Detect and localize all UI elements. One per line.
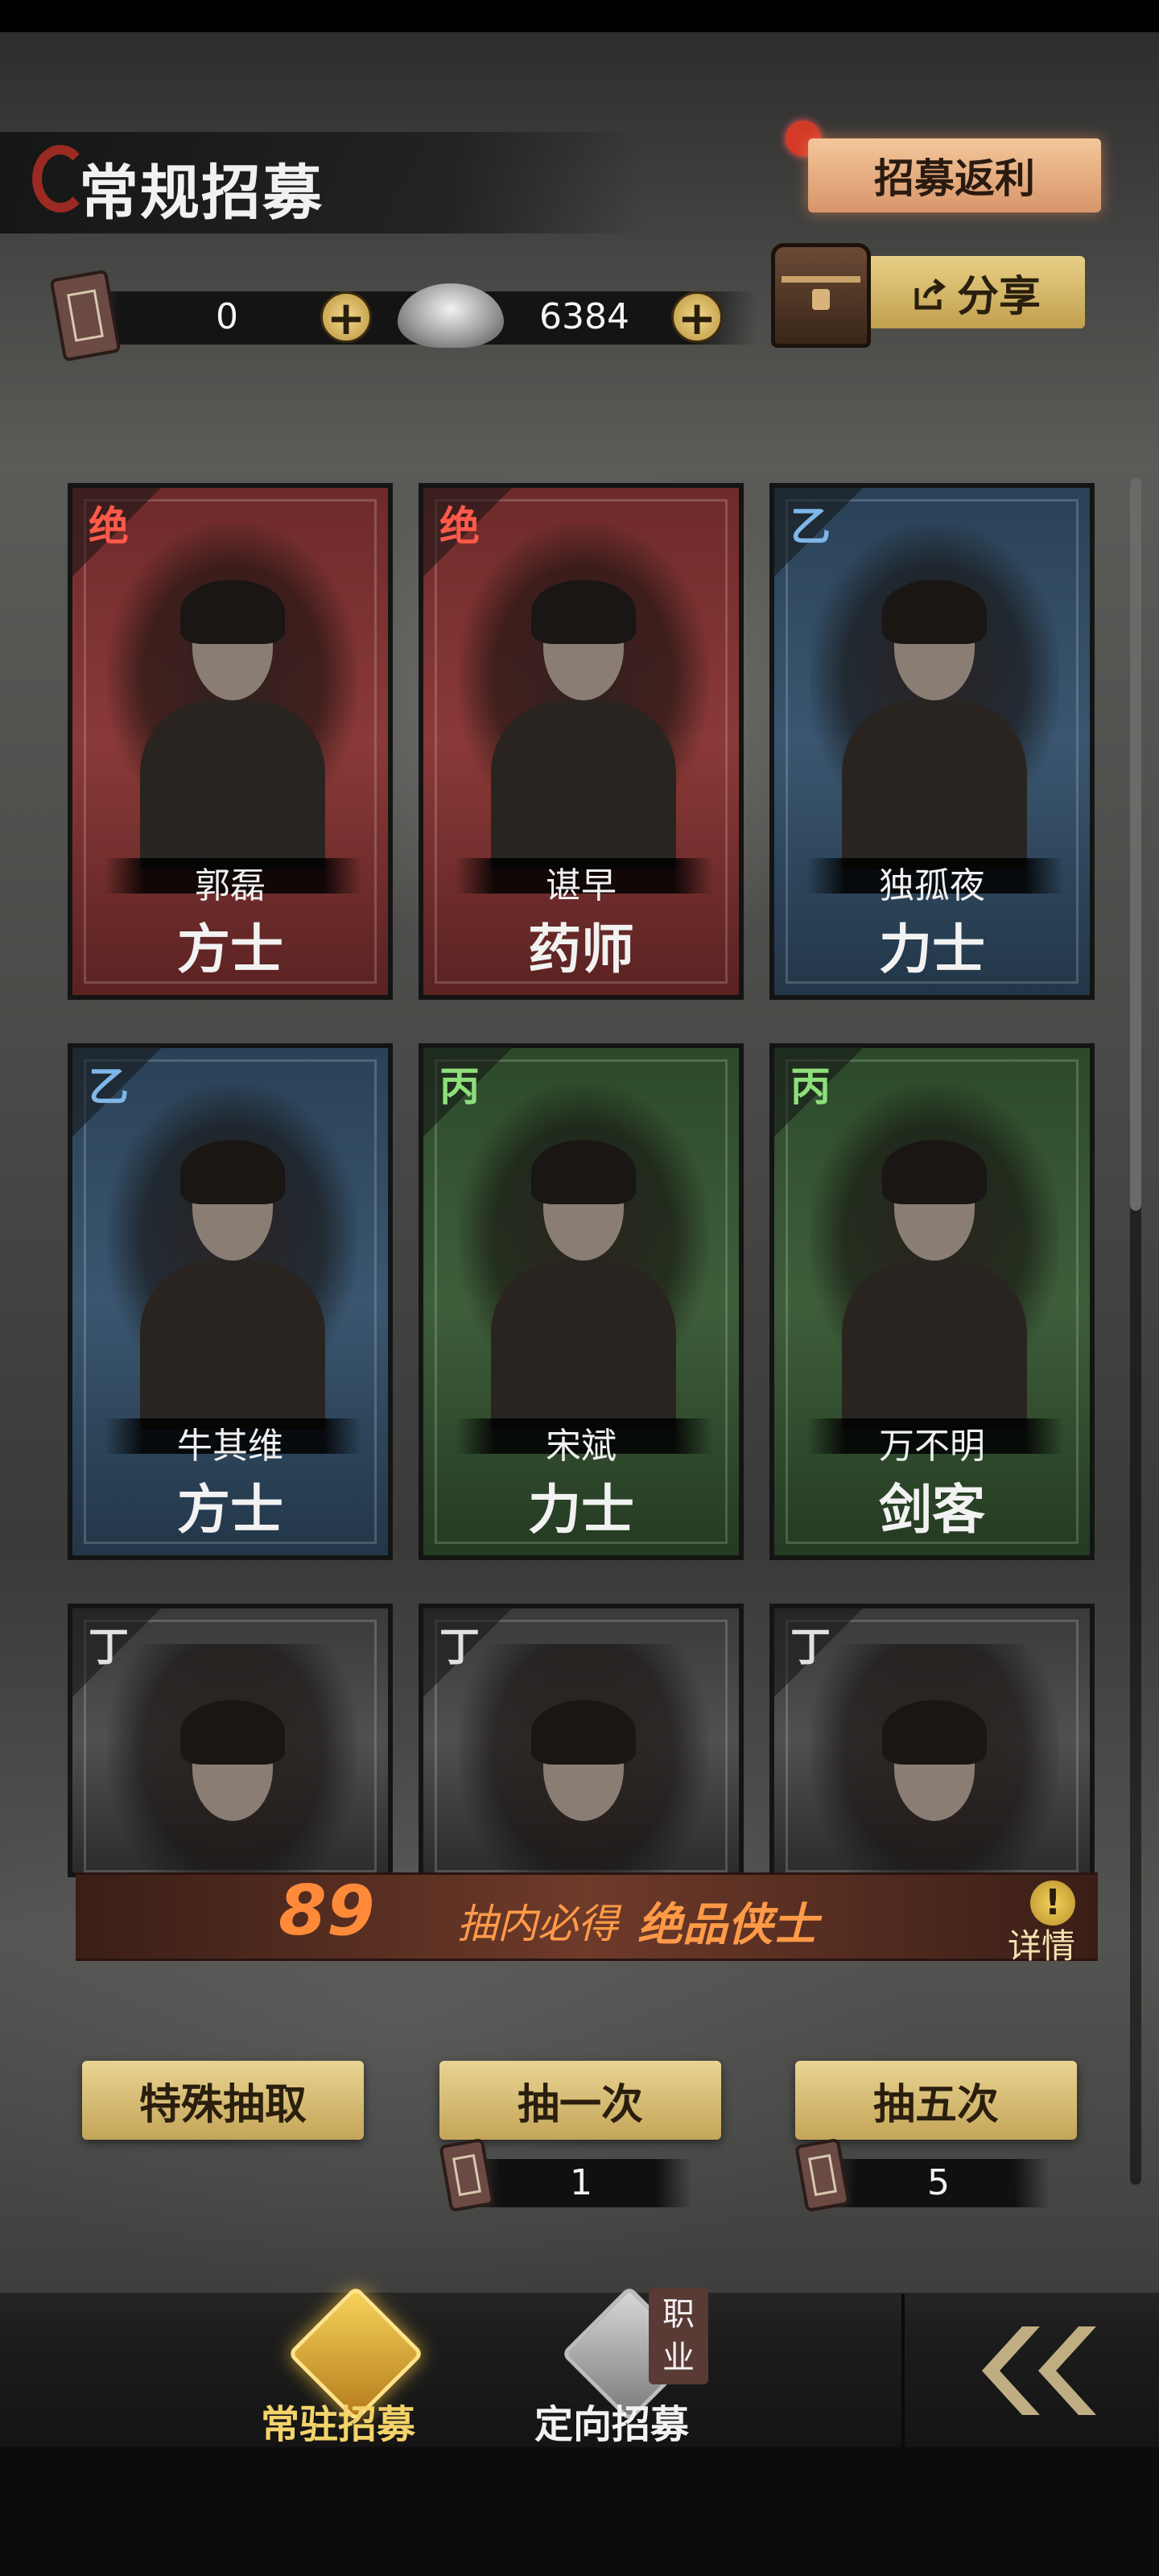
rank-badge: 丙 xyxy=(790,1063,831,1110)
hero-class: 剑客 xyxy=(879,1479,985,1541)
hero-card[interactable]: 丙 万不明 剑客 xyxy=(769,1043,1095,1560)
hero-card[interactable]: 丁 xyxy=(419,1604,744,1885)
hero-name: 牛其维 xyxy=(177,1426,283,1467)
draw-once-cost: 1 xyxy=(570,2162,592,2203)
hero-card[interactable]: 丁 xyxy=(769,1604,1095,1885)
profession-tag: 职业 xyxy=(649,2288,708,2384)
pity-text: 抽内必得 xyxy=(457,1901,618,1947)
rank-badge: 乙 xyxy=(89,1063,129,1110)
hero-name: 郭磊 xyxy=(195,865,266,906)
hero-class: 力士 xyxy=(879,919,985,980)
rank-badge: 丁 xyxy=(439,1624,480,1670)
share-label: 分享 xyxy=(956,272,1041,321)
hero-name: 万不明 xyxy=(879,1426,985,1467)
treasure-chest-icon[interactable] xyxy=(771,243,871,348)
rank-badge: 乙 xyxy=(790,503,831,550)
nav-divider xyxy=(901,2294,905,2447)
share-button[interactable]: 分享 xyxy=(868,256,1085,328)
rebate-button[interactable]: 招募返利 xyxy=(808,138,1101,213)
tab-regular-recruit[interactable]: 常驻招募 xyxy=(241,2285,451,2447)
hero-class: 力士 xyxy=(528,1479,634,1541)
hero-class: 方士 xyxy=(177,919,283,980)
silver-count: 6384 xyxy=(539,296,629,337)
hero-card[interactable]: 丙 宋斌 力士 xyxy=(419,1043,744,1560)
draw-five-cost: 5 xyxy=(927,2162,950,2203)
hero-card[interactable]: 绝 郭磊 方士 xyxy=(68,483,393,1000)
rank-badge: 绝 xyxy=(439,503,480,550)
hero-name: 独孤夜 xyxy=(879,865,985,906)
hero-card[interactable]: 乙 独孤夜 力士 xyxy=(769,483,1095,1000)
draw-five-button[interactable]: 抽五次 xyxy=(795,2061,1077,2140)
pity-reward-text: 绝品侠士 xyxy=(637,1899,818,1951)
rank-badge: 绝 xyxy=(89,503,129,550)
tab-label: 常驻招募 xyxy=(261,2402,416,2447)
draw-once-button[interactable]: 抽一次 xyxy=(439,2061,721,2140)
collapse-button[interactable] xyxy=(966,2318,1111,2423)
hero-class: 方士 xyxy=(177,1479,283,1541)
scrollbar-thumb[interactable] xyxy=(1130,478,1141,1211)
double-chevron-left-icon xyxy=(982,2326,1096,2415)
hero-card[interactable]: 丁 xyxy=(68,1604,393,1885)
special-draw-button[interactable]: 特殊抽取 xyxy=(82,2061,364,2140)
token-count: 0 xyxy=(216,296,238,337)
add-token-button[interactable]: + xyxy=(320,291,372,343)
hero-card[interactable]: 乙 牛其维 方士 xyxy=(68,1043,393,1560)
hero-card[interactable]: 绝 谌早 药师 xyxy=(419,483,744,1000)
rank-badge: 丁 xyxy=(89,1624,129,1670)
status-bar xyxy=(0,0,1159,32)
pity-count: 89 xyxy=(278,1871,375,1951)
hero-name: 宋斌 xyxy=(546,1426,617,1467)
rank-badge: 丙 xyxy=(439,1063,480,1110)
rank-badge: 丁 xyxy=(790,1624,831,1670)
share-icon xyxy=(912,275,947,310)
hero-class: 药师 xyxy=(528,919,634,980)
hero-name: 谌早 xyxy=(546,865,617,906)
page-title: 常规招募 xyxy=(79,159,324,228)
details-link[interactable]: 详情 xyxy=(1008,1919,1075,1968)
add-silver-button[interactable]: + xyxy=(671,291,723,343)
system-nav-bar xyxy=(0,2447,1159,2576)
tab-label: 定向招募 xyxy=(534,2402,690,2447)
